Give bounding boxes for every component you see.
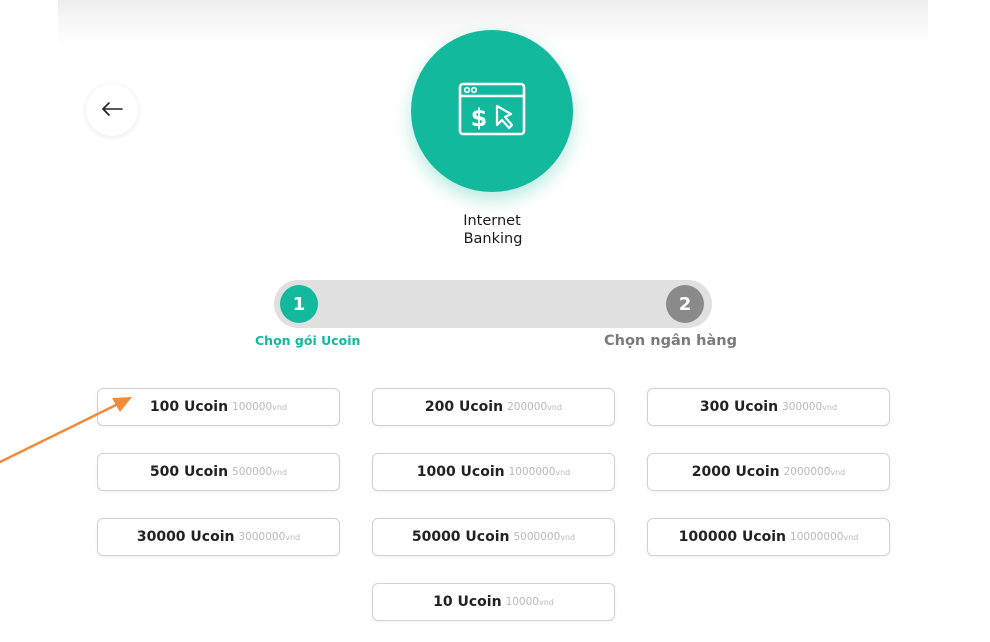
package-option[interactable]: 10 Ucoin 10000 vnd (372, 583, 615, 621)
package-option[interactable]: 30000 Ucoin 3000000 vnd (97, 518, 340, 556)
package-currency: vnd (560, 532, 576, 542)
package-ucoin-amount: 300 Ucoin (699, 399, 779, 415)
package-option[interactable]: 300 Ucoin 300000 vnd (647, 388, 890, 426)
package-ucoin-amount: 200 Ucoin (424, 399, 504, 415)
step-1-indicator[interactable]: 1 (280, 285, 318, 323)
step-1-label[interactable]: Chọn gói Ucoin (255, 333, 360, 348)
step-2-label[interactable]: Chọn ngân hàng (604, 333, 737, 349)
package-ucoin-amount: 100000 Ucoin (678, 529, 787, 545)
payment-method-name: Internet Banking (392, 212, 592, 248)
package-currency: vnd (547, 402, 563, 412)
package-currency: vnd (555, 467, 571, 477)
package-ucoin-amount: 2000 Ucoin (691, 464, 780, 480)
package-currency: vnd (272, 467, 288, 477)
package-price: 100000 (232, 401, 273, 413)
annotation-arrow-icon (0, 397, 132, 464)
step-2-indicator[interactable]: 2 (666, 285, 704, 323)
package-price: 10000000 (790, 531, 844, 543)
package-price: 5000000 (513, 531, 561, 543)
package-price: 10000 (505, 596, 539, 608)
package-currency: vnd (822, 402, 838, 412)
package-ucoin-amount: 30000 Ucoin (136, 529, 235, 545)
package-ucoin-amount: 500 Ucoin (149, 464, 229, 480)
package-currency: vnd (285, 532, 301, 542)
package-ucoin-amount: 1000 Ucoin (416, 464, 505, 480)
package-price: 1000000 (508, 466, 556, 478)
progress-stepper: 1 2 (274, 280, 712, 328)
package-currency: vnd (272, 402, 288, 412)
package-currency: vnd (538, 597, 554, 607)
package-currency: vnd (843, 532, 859, 542)
package-option[interactable]: 200 Ucoin 200000 vnd (372, 388, 615, 426)
package-price: 500000 (232, 466, 273, 478)
package-ucoin-amount: 100 Ucoin (149, 399, 229, 415)
payment-method-name-line1: Internet (463, 213, 521, 229)
package-price: 2000000 (783, 466, 831, 478)
arrow-left-icon (100, 101, 124, 120)
package-price: 300000 (782, 401, 823, 413)
package-price: 200000 (507, 401, 548, 413)
package-ucoin-amount: 10 Ucoin (433, 594, 502, 610)
package-ucoin-amount: 50000 Ucoin (411, 529, 510, 545)
package-option[interactable]: 50000 Ucoin 5000000 vnd (372, 518, 615, 556)
package-option[interactable]: 1000 Ucoin 1000000 vnd (372, 453, 615, 491)
online-payment-icon: $ (457, 81, 527, 141)
package-option[interactable]: 2000 Ucoin 2000000 vnd (647, 453, 890, 491)
payment-page: $ Internet Banking 1 2 Chọn gói Ucoin Ch… (0, 0, 990, 642)
payment-method-name-line2: Banking (463, 231, 523, 247)
payment-method-badge: $ (411, 30, 573, 192)
package-price: 3000000 (238, 531, 286, 543)
back-button[interactable] (86, 84, 138, 136)
svg-text:$: $ (471, 104, 488, 132)
package-currency: vnd (830, 467, 846, 477)
package-option[interactable]: 100000 Ucoin 10000000 vnd (647, 518, 890, 556)
